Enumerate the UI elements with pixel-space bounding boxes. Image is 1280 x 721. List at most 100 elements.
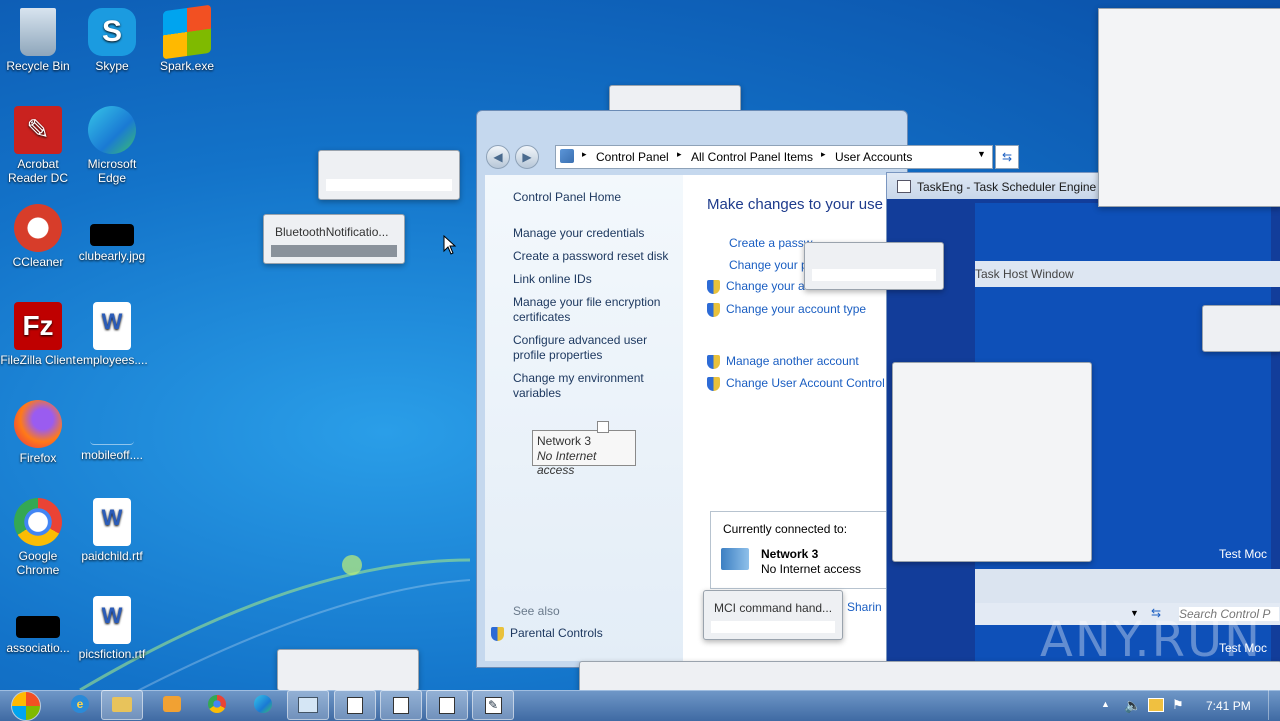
back-button[interactable]: ◀ (486, 145, 510, 169)
desktop-icon-mobileoff[interactable]: mobileoff.... (74, 400, 150, 462)
window-icon (347, 697, 363, 714)
address-bar[interactable]: ▸ Control Panel ▸ All Control Panel Item… (555, 145, 993, 169)
blank-window[interactable] (277, 649, 419, 691)
link-uac-settings[interactable]: Change User Account Control (707, 376, 907, 391)
desktop-icon-paidchild[interactable]: W paidchild.rtf (74, 498, 150, 563)
desktop-icon-acrobat[interactable]: ✎ Acrobat Reader DC (0, 106, 76, 185)
desktop-icon-picsfiction[interactable]: W picsfiction.rtf (74, 596, 150, 661)
tray-expand-icon[interactable]: ▲ (1101, 699, 1110, 709)
nav-parental-controls[interactable]: Parental Controls (491, 626, 603, 641)
taskbar-edge-button[interactable] (243, 690, 283, 718)
tooltip-network-name: Network 3 (537, 434, 592, 448)
nav-advanced-profile[interactable]: Configure advanced user profile properti… (513, 333, 663, 363)
desktop-icon-edge[interactable]: Microsoft Edge (74, 106, 150, 185)
nav-link-online-ids[interactable]: Link online IDs (513, 272, 592, 287)
nav-control-panel-home[interactable]: Control Panel Home (513, 190, 621, 205)
word-doc-icon: W (93, 498, 131, 546)
media-player-icon (163, 696, 181, 712)
taskbar-media-player-button[interactable] (152, 690, 192, 718)
network-status: No Internet access (761, 562, 862, 576)
network-name: Network 3 (761, 547, 819, 561)
chevron-down-icon[interactable]: ▼ (977, 149, 986, 159)
windows-logo-icon (11, 691, 41, 721)
desktop-icon-label: Acrobat Reader DC (7, 157, 69, 185)
taskbar-ie-button[interactable]: e (60, 690, 100, 718)
link-label: Change User Account Control (726, 376, 885, 390)
desktop-icon-label: CCleaner (12, 255, 64, 269)
shield-icon (707, 354, 720, 369)
desktop-icon-label: Firefox (19, 451, 57, 465)
forward-button[interactable]: ▶ (515, 145, 539, 169)
desktop-icon-association[interactable]: associatio... (0, 596, 76, 655)
mci-command-window[interactable]: MCI command hand... (703, 590, 843, 640)
desktop-icon-ccleaner[interactable]: CCleaner (0, 204, 76, 269)
refresh-button[interactable]: ⇆ (995, 145, 1019, 169)
mci-title: MCI command hand... (714, 601, 833, 615)
desktop-icon-label: Recycle Bin (6, 59, 70, 73)
blank-window[interactable] (318, 150, 460, 200)
taskbar-window-button[interactable] (380, 690, 422, 720)
network-connection-box: Currently connected to: Network 3 No Int… (710, 511, 909, 589)
mouse-cursor (443, 235, 457, 255)
control-panel-icon (298, 697, 318, 713)
taskbar (0, 690, 1280, 721)
blank-window[interactable] (1098, 8, 1280, 207)
nav-environment-vars[interactable]: Change my environment variables (513, 371, 663, 401)
desktop-icon-label: Google Chrome (16, 549, 60, 577)
breadcrumb-control-panel[interactable]: Control Panel (596, 150, 669, 164)
taskeng-title: TaskEng - Task Scheduler Engine P (917, 180, 1108, 194)
blank-window[interactable] (1202, 305, 1280, 352)
link-label: Change your account type (726, 302, 867, 316)
blank-window[interactable] (892, 362, 1092, 562)
connected-label: Currently connected to: (723, 522, 848, 536)
link-change-picture[interactable]: Change your a (707, 279, 805, 294)
link-label: Manage another account (726, 354, 859, 368)
link-create-password[interactable]: Create a passw (729, 236, 812, 250)
taskbar-notepad-button[interactable]: ✎ (472, 690, 514, 720)
volume-icon[interactable]: 🔈 (1124, 697, 1141, 714)
start-button[interactable] (6, 690, 46, 721)
blank-window[interactable] (804, 242, 944, 290)
nav-file-encryption[interactable]: Manage your file encryption certificates (513, 295, 673, 325)
clock[interactable]: 7:41 PM (1206, 699, 1251, 713)
desktop-icon-skype[interactable]: S Skype (74, 8, 150, 73)
ie-icon: e (71, 695, 89, 713)
breadcrumb-user-accounts[interactable]: User Accounts (835, 150, 912, 164)
show-desktop-button[interactable] (1268, 690, 1280, 720)
link-change-account-type[interactable]: Change your account type (707, 302, 866, 317)
sharing-link-fragment[interactable]: d Sharin (837, 600, 882, 614)
link-change-password[interactable]: Change your p (729, 258, 808, 272)
desktop-icon-employees[interactable]: W employees.... (74, 302, 150, 367)
desktop-icon-label: Skype (95, 59, 129, 73)
nav-manage-credentials[interactable]: Manage your credentials (513, 226, 644, 241)
desktop-icon-filezilla[interactable]: Fz FileZilla Client (0, 302, 76, 367)
taskbar-chrome-button[interactable] (197, 690, 237, 718)
nav-password-reset[interactable]: Create a password reset disk (513, 249, 668, 264)
breadcrumb-all-items[interactable]: All Control Panel Items (691, 150, 813, 164)
desktop-icon-spark[interactable]: Spark.exe (149, 4, 225, 73)
desktop-icon-chrome[interactable]: Google Chrome (0, 498, 76, 577)
desktop-icon-firefox[interactable]: Firefox (0, 400, 76, 465)
desktop-icon-label: Microsoft Edge (87, 157, 137, 185)
bluetooth-notification-title: BluetoothNotificatio... (275, 225, 389, 239)
filezilla-icon: Fz (14, 302, 62, 350)
desktop-icon-clubearly[interactable]: clubearly.jpg (74, 204, 150, 263)
taskbar-window-button[interactable] (426, 690, 468, 720)
network-tray-icon[interactable] (1148, 698, 1164, 712)
taskbar-control-panel-button[interactable] (287, 690, 329, 720)
shield-icon (707, 302, 720, 317)
desktop-icon-recycle-bin[interactable]: Recycle Bin (0, 8, 76, 73)
action-center-flag-icon[interactable]: ⚑ (1172, 697, 1184, 713)
taskbar-window-button[interactable] (334, 690, 376, 720)
edge-icon (254, 695, 272, 713)
desktop-icon-label: FileZilla Client (0, 353, 76, 367)
desktop-icon-label: employees.... (76, 353, 148, 367)
link-manage-another-account[interactable]: Manage another account (707, 354, 859, 369)
control-panel-window[interactable]: ◀ ▶ ▸ Control Panel ▸ All Control Panel … (476, 110, 1019, 668)
bluetooth-notification-window[interactable]: BluetoothNotificatio... (263, 214, 405, 264)
desktop-icon-label: mobileoff.... (81, 448, 143, 462)
lower-band (975, 569, 1280, 603)
breadcrumb-separator: ▸ (677, 149, 682, 159)
taskbar-explorer-button[interactable] (101, 690, 143, 720)
breadcrumb-separator: ▸ (582, 149, 587, 159)
